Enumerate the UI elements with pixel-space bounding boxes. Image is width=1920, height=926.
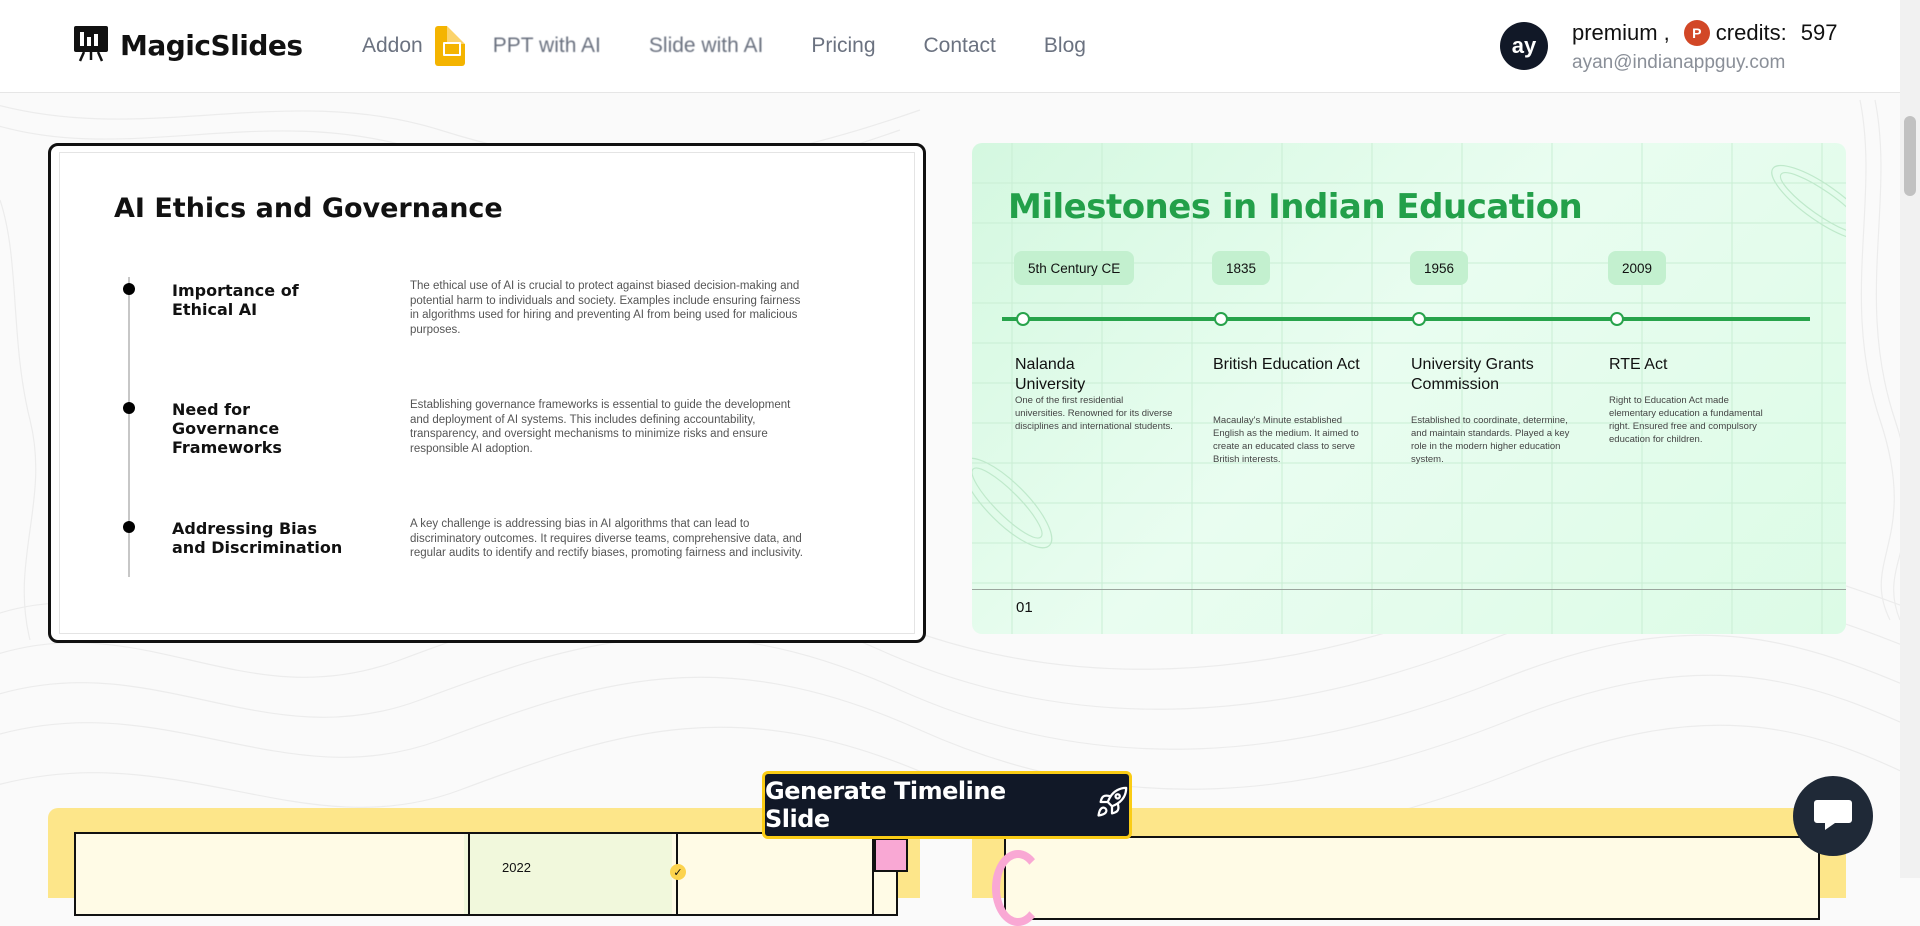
nav-pricing[interactable]: Pricing — [811, 34, 875, 58]
milestone-year-badge: 1956 — [1410, 251, 1469, 285]
milestone-year-badge: 1835 — [1212, 251, 1271, 285]
item-heading: Need for Governance Frameworks — [172, 400, 282, 457]
rocket-icon — [1095, 785, 1129, 825]
timeline-node — [1016, 312, 1030, 326]
google-slides-icon — [434, 26, 465, 66]
main-nav: Addon PPT with AI Slide with AI Pricing … — [362, 0, 1134, 92]
slide-title: Milestones in Indian Education — [1008, 187, 1583, 227]
powerpoint-icon: P — [1683, 20, 1710, 46]
generate-button-label: Generate Timeline Slide — [765, 777, 1006, 833]
decorative-shape — [874, 838, 908, 872]
avatar[interactable]: ay — [1500, 22, 1548, 70]
bullet-dot — [123, 521, 135, 533]
scrollbar-thumb[interactable] — [1904, 116, 1916, 196]
slide-title: AI Ethics and Governance — [114, 193, 503, 224]
nav-contact[interactable]: Contact — [924, 34, 996, 58]
plan-label: premium , — [1572, 20, 1670, 45]
slide-page-number: 01 — [1016, 599, 1033, 616]
slide-preview: AI Ethics and Governance Importance of E… — [59, 152, 915, 634]
timeline-node — [1214, 312, 1228, 326]
timeline-line — [1002, 317, 1810, 321]
logo-text: MagicSlides — [120, 29, 303, 62]
timeline-year: 2022 — [502, 860, 531, 875]
nav-slide-with-ai[interactable]: Slide with AI — [649, 34, 763, 58]
milestone-description: One of the first residential universitie… — [1015, 395, 1173, 432]
template-card-ai-ethics[interactable]: AI Ethics and Governance Importance of E… — [48, 143, 926, 643]
nav-addon-label: Addon — [362, 34, 423, 57]
top-navbar: MagicSlides Addon PPT with AI Slide with… — [0, 0, 1900, 93]
template-card-milestones[interactable]: Milestones in Indian Education 5th Centu… — [972, 143, 1846, 634]
logo[interactable]: MagicSlides — [72, 24, 303, 67]
credits-value: 597 — [1800, 20, 1838, 45]
footer-divider — [972, 589, 1846, 590]
item-description: A key challenge is addressing bias in AI… — [410, 518, 803, 559]
milestone-heading: RTE Act — [1609, 356, 1668, 373]
milestone-heading: British Education Act — [1213, 356, 1360, 373]
highlight-column — [464, 834, 672, 914]
credits-label: credits: — [1715, 20, 1787, 45]
nav-ppt-with-ai[interactable]: PPT with AI — [493, 34, 601, 58]
decorative-shape — [992, 850, 1044, 926]
timeline-node — [1610, 312, 1624, 326]
chat-bubble-icon — [1811, 794, 1855, 839]
nav-addon[interactable]: Addon — [362, 26, 465, 66]
item-heading: Addressing Bias and Discrimination — [172, 519, 343, 557]
account-summary: premium , P credits: 597 — [1572, 20, 1837, 46]
milestone-description: Right to Education Act made elementary e… — [1609, 395, 1763, 445]
item-heading: Importance of Ethical AI — [172, 281, 299, 319]
milestone-year-badge: 2009 — [1608, 251, 1667, 285]
slide-preview — [992, 836, 1820, 926]
presentation-board-icon — [72, 24, 110, 67]
milestone-heading: University Grants Commission — [1411, 356, 1534, 393]
bullet-dot — [123, 283, 135, 295]
account-email: ayan@indianappguy.com — [1572, 52, 1786, 73]
chat-widget-button[interactable] — [1793, 776, 1873, 856]
column-divider — [468, 834, 470, 914]
page-scrollbar[interactable] — [1900, 0, 1920, 878]
milestone-description: Macaulay's Minute established English as… — [1213, 415, 1359, 465]
item-description: Establishing governance frameworks is es… — [410, 399, 791, 455]
bullet-dot — [123, 402, 135, 414]
nav-blog[interactable]: Blog — [1044, 34, 1086, 58]
milestone-description: Established to coordinate, determine, an… — [1411, 415, 1570, 465]
item-description: The ethical use of AI is crucial to prot… — [410, 280, 801, 336]
milestone-heading: Nalanda University — [1015, 356, 1086, 393]
milestone-year-badge: 5th Century CE — [1014, 251, 1135, 285]
timeline-node — [1412, 312, 1426, 326]
generate-timeline-slide-button[interactable]: Generate Timeline Slide — [762, 771, 1132, 839]
slide-preview: 2022 ✓ — [74, 832, 908, 916]
